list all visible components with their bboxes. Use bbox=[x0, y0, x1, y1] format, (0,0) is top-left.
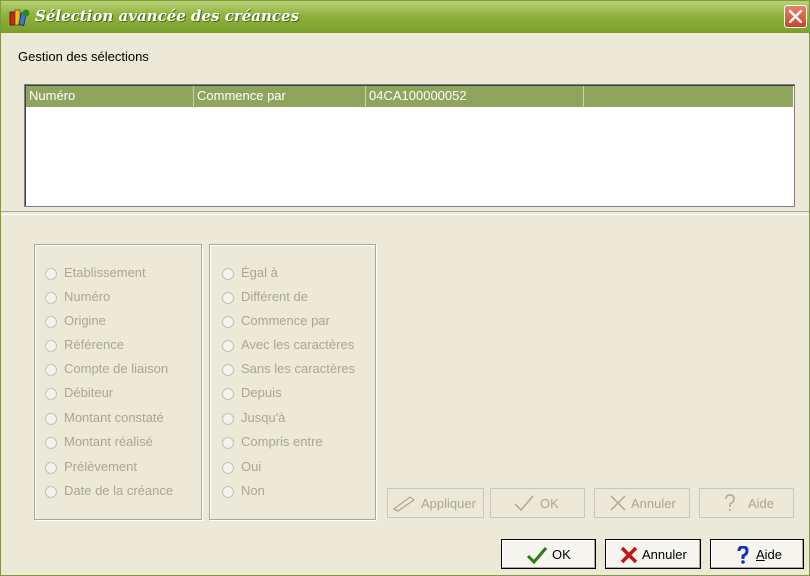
checkmark-icon bbox=[513, 494, 535, 515]
pencil-icon bbox=[392, 494, 418, 515]
help-accelerator: A bbox=[756, 547, 765, 562]
cancel-button[interactable]: Annuler bbox=[605, 539, 701, 569]
help-button[interactable]: Aide bbox=[710, 539, 804, 569]
menu-gestion-selections[interactable]: Gestion des sélections bbox=[18, 49, 149, 64]
operator-group: Égal à Différent de Commence par Avec le… bbox=[209, 244, 376, 520]
list-cell-value: 04CA100000052 bbox=[366, 86, 584, 107]
list-item[interactable]: Numéro Commence par 04CA100000052 bbox=[26, 86, 793, 107]
app-books-icon bbox=[9, 8, 31, 26]
separator bbox=[1, 211, 809, 215]
checkmark-icon bbox=[526, 546, 548, 567]
inner-ok-button[interactable]: OK bbox=[490, 488, 585, 518]
close-button[interactable] bbox=[784, 5, 807, 28]
window-title: Sélection avancée des créances bbox=[35, 7, 300, 25]
x-icon bbox=[619, 546, 639, 567]
apply-button[interactable]: Appliquer bbox=[387, 488, 484, 518]
ok-button[interactable]: OK bbox=[501, 539, 596, 569]
dialog-window: Sélection avancée des créances Gestion d… bbox=[0, 0, 810, 576]
inner-cancel-button[interactable]: Annuler bbox=[594, 488, 690, 518]
list-cell-empty bbox=[584, 86, 793, 107]
question-mark-icon bbox=[722, 494, 738, 515]
selection-list[interactable]: Numéro Commence par 04CA100000052 bbox=[24, 84, 795, 207]
title-bar[interactable]: Sélection avancée des créances bbox=[1, 1, 809, 33]
x-icon bbox=[608, 494, 628, 515]
help-label: ide bbox=[764, 547, 783, 562]
list-cell-operator: Commence par bbox=[194, 86, 366, 107]
list-cell-field: Numéro bbox=[26, 86, 194, 107]
field-group: Etablissement Numéro Origine Référence C… bbox=[34, 244, 202, 520]
inner-help-button[interactable]: Aide bbox=[699, 488, 794, 518]
question-mark-icon bbox=[735, 545, 751, 567]
